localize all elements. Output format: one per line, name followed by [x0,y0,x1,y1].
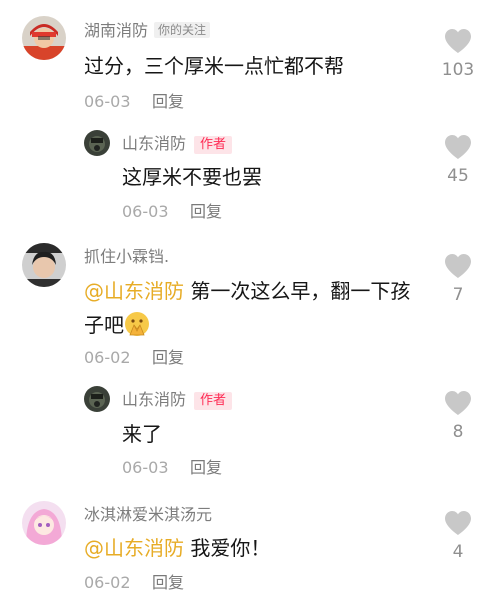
heart-icon [445,29,471,53]
username-text[interactable]: 抓住小霖铛. [84,247,169,266]
heart-icon [445,135,471,159]
comment-username[interactable]: 山东消防 作者 [122,390,233,410]
reply-button[interactable]: 回复 [190,202,222,222]
username-text[interactable]: 山东消防 [122,390,186,409]
avatar[interactable] [22,243,66,287]
reply-button[interactable]: 回复 [152,573,184,593]
comment-username[interactable]: 湖南消防 你的关注 [84,21,211,41]
avatar[interactable] [22,16,66,60]
comment-username[interactable]: 冰淇淋爱米淇汤元 [84,505,212,525]
comment-text-part: 我爱你！ [184,536,271,560]
username-text[interactable]: 山东消防 [122,134,186,153]
like-button[interactable]: 45 [430,134,486,186]
like-button[interactable]: 103 [430,28,486,80]
username-text[interactable]: 湖南消防 [84,21,148,40]
comment-date: 06-03 [84,92,131,111]
like-count: 7 [452,285,464,305]
author-tag: 作者 [194,392,233,410]
avatar-anime-girl-image [22,501,66,545]
comment-date: 06-02 [84,573,131,592]
like-button[interactable]: 7 [430,253,486,305]
following-tag: 你的关注 [154,22,211,38]
avatar-person-image [22,243,66,287]
comment-text: 来了 [122,422,162,446]
avatar-firefighter-image [22,16,66,60]
comment-text: @山东消防 第一次这么早，翻一下孩子吧 [84,274,424,342]
comment-date: 06-02 [84,348,131,367]
comment-text-part: 子吧 [84,313,124,337]
like-button[interactable]: 4 [430,510,486,562]
comment-date: 06-03 [122,458,169,477]
hands-praying-emoji [125,312,149,336]
comment-username[interactable]: 抓住小霖铛. [84,247,169,267]
heart-icon [445,511,471,535]
avatar-firefighter-mask-image [84,386,110,412]
like-count: 8 [452,422,464,442]
mention-link[interactable]: @山东消防 [84,279,184,303]
avatar[interactable] [84,130,110,156]
heart-icon [445,254,471,278]
avatar[interactable] [84,386,110,412]
mention-link[interactable]: @山东消防 [84,536,184,560]
avatar-firefighter-mask-image [84,130,110,156]
heart-icon [445,391,471,415]
username-text[interactable]: 冰淇淋爱米淇汤元 [84,505,212,524]
comment-item: 湖南消防 你的关注 过分，三个厚米一点忙都不帮 06-03 回复 103 [0,0,500,120]
reply-button[interactable]: 回复 [152,348,184,368]
like-count: 45 [447,166,469,186]
avatar[interactable] [22,501,66,545]
reply-button[interactable]: 回复 [152,92,184,112]
comment-text: 这厚米不要也罢 [122,165,262,189]
comment-text-part: 第一次这么早，翻一下孩 [184,279,411,303]
like-count: 103 [441,60,475,80]
comment-text: 过分，三个厚米一点忙都不帮 [84,54,344,78]
comment-username[interactable]: 山东消防 作者 [122,134,233,154]
author-tag: 作者 [194,136,233,154]
reply-button[interactable]: 回复 [190,458,222,478]
comment-date: 06-03 [122,202,169,221]
comment-text: @山东消防 我爱你！ [84,531,270,565]
like-count: 4 [452,542,464,562]
like-button[interactable]: 8 [430,390,486,442]
